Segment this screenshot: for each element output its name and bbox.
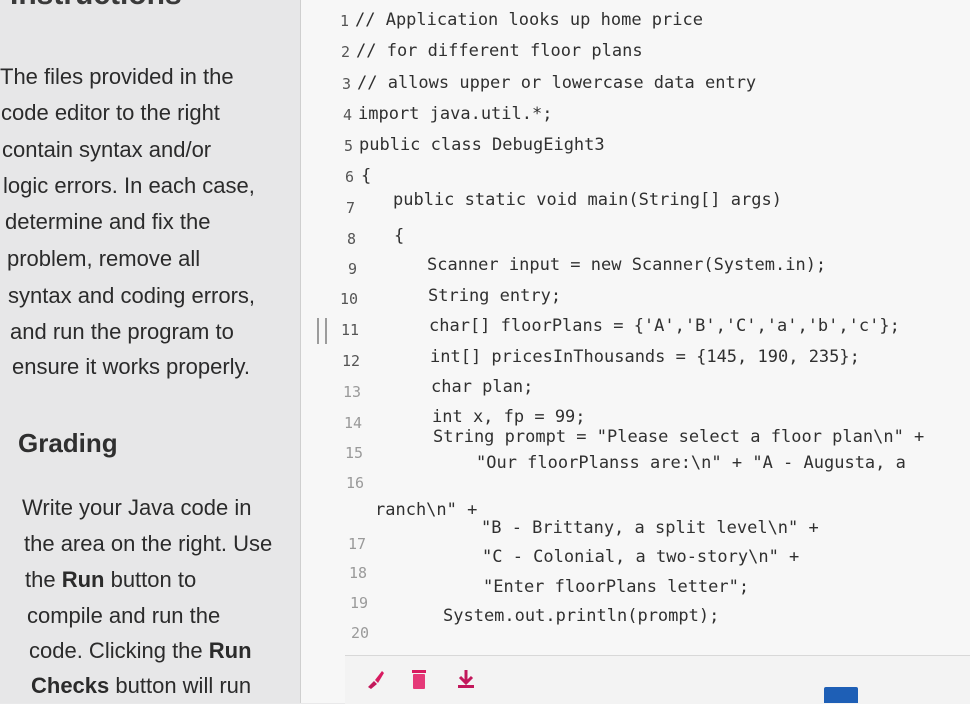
brush-icon[interactable] — [365, 668, 387, 695]
line-number: 20 — [350, 624, 369, 642]
code-line[interactable]: public class DebugEight3 — [359, 135, 605, 155]
code-line[interactable]: "Enter floorPlans letter"; — [483, 577, 749, 597]
instructions-text-line: The files provided in the — [0, 64, 234, 89]
trash-icon[interactable] — [409, 668, 429, 695]
code-line[interactable]: Scanner input = new Scanner(System.in); — [427, 255, 826, 275]
code-line[interactable]: int[] pricesInThousands = {145, 190, 235… — [430, 347, 860, 367]
line-number: 17 — [347, 535, 366, 553]
line-number: 2 — [340, 43, 350, 61]
line-number: 3 — [341, 75, 351, 93]
grading-text: Write your Java code in — [22, 495, 252, 520]
instructions-heading: Instructions — [10, 0, 182, 12]
line-number: 10 — [339, 290, 358, 308]
line-number: 11 — [340, 321, 359, 339]
grading-text-line: the area on the right. Use — [24, 531, 272, 557]
grading-heading: Grading — [18, 428, 118, 458]
line-number: 18 — [348, 564, 367, 582]
code-line[interactable]: "Our floorPlanss are:\n" + "A - Augusta,… — [476, 453, 906, 473]
code-editor[interactable]: 1 2 3 4 5 6 7 8 9 10 11 12 13 14 15 16 1… — [300, 0, 970, 704]
taskbar-app-icon[interactable] — [824, 687, 858, 703]
grading-text-line: the Run button to — [25, 567, 196, 593]
instructions-text-line: syntax and coding errors, — [8, 283, 256, 308]
code-line[interactable]: ranch\n" + — [375, 500, 477, 520]
code-line[interactable]: char[] floorPlans = {'A','B','C','a','b'… — [429, 316, 900, 336]
grading-text: the — [25, 567, 62, 592]
instructions-text-line: ensure it works properly. — [12, 354, 251, 379]
instructions-text-line: problem, remove all — [7, 246, 201, 271]
download-icon[interactable] — [455, 668, 477, 695]
line-number: 6 — [344, 168, 354, 186]
code-line[interactable]: // for different floor plans — [356, 41, 643, 61]
instructions-text-line: code editor to the right — [1, 100, 220, 125]
line-number: 8 — [346, 230, 356, 248]
code-line[interactable]: import java.util.*; — [358, 104, 552, 124]
grading-text: button will run — [109, 673, 252, 698]
line-number: 16 — [345, 474, 364, 492]
line-number: 4 — [342, 106, 352, 124]
line-number-gutter: 1 2 3 4 5 6 7 8 9 10 11 12 13 14 15 16 1… — [301, 0, 369, 655]
code-line[interactable]: char plan; — [431, 377, 533, 397]
line-number: 19 — [349, 594, 368, 612]
run-keyword: Run — [61, 567, 105, 592]
grading-text-line: Checks button will run — [31, 673, 251, 699]
instructions-text-line: logic errors. In each case, — [3, 173, 255, 198]
line-number: 9 — [347, 260, 357, 278]
run-keyword: Run — [208, 638, 252, 663]
line-number: 13 — [342, 383, 361, 401]
grading-text-line: compile and run the — [27, 603, 220, 629]
editor-toolbar — [345, 655, 970, 704]
run-checks-keyword: Checks — [31, 673, 110, 698]
current-line-marker — [317, 318, 327, 344]
instructions-panel: Instructions The files provided in the c… — [0, 0, 300, 703]
instructions-text-line: contain syntax and/or — [2, 137, 212, 162]
code-line[interactable]: // Application looks up home price — [355, 10, 703, 30]
code-line[interactable]: { — [394, 226, 404, 246]
grading-text: compile and run the — [27, 603, 221, 628]
grading-text: code. Clicking the — [29, 638, 209, 663]
code-line[interactable]: System.out.println(prompt); — [443, 606, 719, 626]
line-number: 5 — [343, 137, 353, 155]
code-line[interactable]: { — [361, 166, 371, 186]
code-line[interactable]: int x, fp = 99; — [432, 407, 586, 427]
grading-text: the area on the right. Use — [24, 531, 273, 556]
code-line[interactable]: public static void main(String[] args) — [393, 190, 782, 210]
instructions-text-line: and run the program to — [10, 319, 234, 344]
code-line[interactable]: "B - Brittany, a split level\n" + — [481, 518, 819, 538]
code-line[interactable]: String entry; — [428, 286, 561, 306]
grading-text-line: code. Clicking the Run — [29, 638, 252, 664]
instructions-text-line: determine and fix the — [5, 209, 211, 234]
code-line[interactable]: // allows upper or lowercase data entry — [357, 73, 756, 93]
code-line[interactable]: "C - Colonial, a two-story\n" + — [482, 547, 799, 567]
grading-text: button to — [104, 567, 197, 592]
line-number: 14 — [343, 414, 362, 432]
line-number: 12 — [341, 352, 360, 370]
grading-text-line: Write your Java code in — [22, 495, 251, 521]
line-number: 7 — [345, 199, 355, 217]
line-number: 15 — [344, 444, 363, 462]
line-number: 1 — [339, 12, 349, 30]
code-line[interactable]: String prompt = "Please select a floor p… — [433, 427, 924, 447]
